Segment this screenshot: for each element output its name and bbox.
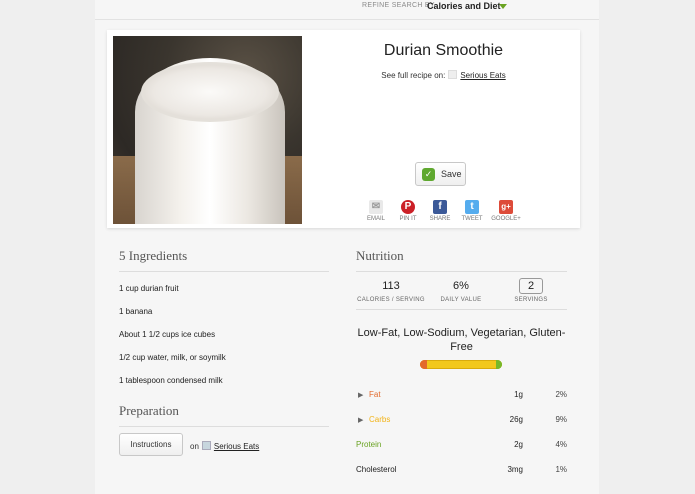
save-icon: ✓ <box>422 168 435 181</box>
instructions-button[interactable]: Instructions <box>119 433 183 456</box>
ingredient-item: 1/2 cup water, milk, or soymilk <box>119 353 226 362</box>
ingredient-item: 1 tablespoon condensed milk <box>119 376 223 385</box>
share-twitter-button[interactable]: t TWEET <box>455 200 489 222</box>
source-link[interactable]: Serious Eats <box>460 71 505 80</box>
ingredient-item: 1 cup durian fruit <box>119 284 179 293</box>
nutrient-row-carbs[interactable]: ▶ Carbs 26g 9% <box>356 415 567 440</box>
chevron-down-icon[interactable] <box>499 4 507 9</box>
share-facebook-button[interactable]: f SHARE <box>423 200 457 222</box>
preparation-source-link[interactable]: Serious Eats <box>214 442 259 451</box>
save-button[interactable]: ✓ Save <box>415 162 466 186</box>
recipe-card: Durian Smoothie See full recipe on: Serio… <box>107 30 580 228</box>
diet-labels: Low-Fat, Low-Sodium, Vegetarian, Gluten-… <box>357 327 566 353</box>
servings-stat: 2 SERVINGS <box>514 278 548 303</box>
email-icon: ✉ <box>369 200 383 214</box>
source-favicon-icon <box>448 70 458 79</box>
source-favicon-icon <box>201 441 211 450</box>
page: REFINE SEARCH BY Calories and Diet Duria… <box>95 0 599 494</box>
preparation-source: on Serious Eats <box>190 441 260 451</box>
nutrition-balance-bar <box>420 360 502 369</box>
pinterest-icon: P <box>401 200 415 214</box>
nutrient-row-cholesterol: Cholesterol 3mg 1% <box>356 465 567 474</box>
daily-value-stat: 6% DAILY VALUE <box>440 280 482 303</box>
share-google-plus-button[interactable]: g+ GOOGLE+ <box>489 200 523 222</box>
refine-dropdown[interactable]: Calories and Diet <box>427 1 501 11</box>
google-plus-icon: g+ <box>499 200 513 214</box>
nutrition-heading: Nutrition <box>356 248 567 272</box>
refine-label: REFINE SEARCH BY <box>362 2 435 9</box>
share-bar: ✉ EMAIL P PIN IT f SHARE t TWEET g+ GOOG… <box>359 200 539 226</box>
recipe-title: Durian Smoothie <box>383 42 504 59</box>
nutrient-row-fat[interactable]: ▶ Fat 1g 2% <box>356 390 567 415</box>
share-email-button[interactable]: ✉ EMAIL <box>359 200 393 222</box>
twitter-icon: t <box>465 200 479 214</box>
ingredient-item: About 1 1/2 cups ice cubes <box>119 330 216 339</box>
ingredient-item: 1 banana <box>119 307 153 316</box>
expand-triangle-icon[interactable]: ▶ <box>358 391 363 399</box>
facebook-icon: f <box>433 200 447 214</box>
preparation-heading: Preparation <box>119 403 329 427</box>
refine-bar: REFINE SEARCH BY Calories and Diet <box>95 0 599 20</box>
recipe-photo[interactable] <box>113 36 302 224</box>
recipe-source: See full recipe on: Serious Eats <box>381 70 506 80</box>
calories-stat: 113 CALORIES / SERVING <box>357 280 425 303</box>
ingredients-heading: 5 Ingredients <box>119 248 329 272</box>
expand-triangle-icon[interactable]: ▶ <box>358 416 363 424</box>
nutrition-section: Nutrition 113 CALORIES / SERVING 6% DAIL… <box>356 248 567 494</box>
share-pinterest-button[interactable]: P PIN IT <box>391 200 425 222</box>
servings-input[interactable]: 2 <box>518 278 544 294</box>
ingredients-section: 5 Ingredients 1 cup durian fruit 1 banan… <box>119 248 329 488</box>
nutrient-row-protein: Protein 2g 4% <box>356 440 567 449</box>
